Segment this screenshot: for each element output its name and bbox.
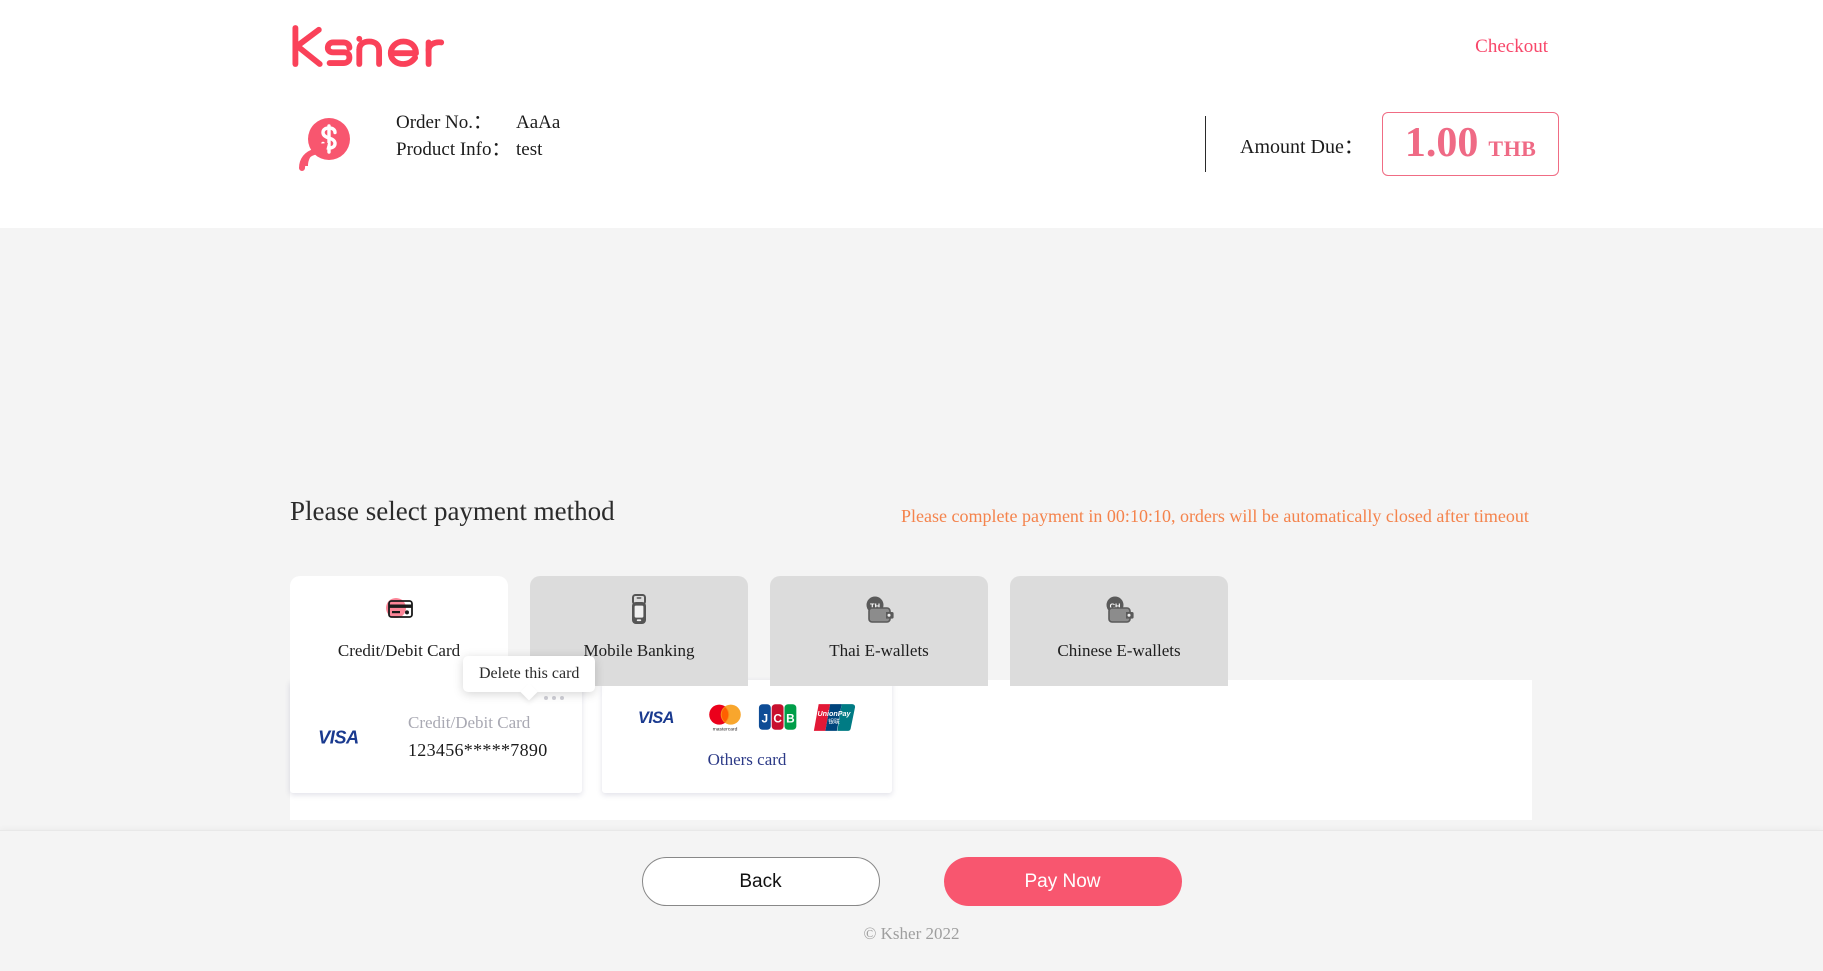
order-fields: Order No.： AaAa Product Info： test <box>396 113 560 167</box>
pay-now-button[interactable]: Pay Now <box>943 857 1182 906</box>
mastercard-logo: mastercard <box>703 703 747 737</box>
footer-actions: Back Pay Now <box>0 831 1823 906</box>
saved-card-number: 123456*****7890 <box>408 739 548 760</box>
svg-text:银联: 银联 <box>828 717 840 725</box>
visa-logo: VISA <box>318 727 386 747</box>
payment-method-tabs: Credit/Debit Card Mobile Banking TH Thai… <box>290 576 1228 686</box>
ksher-logo <box>290 22 470 70</box>
dot <box>544 696 548 700</box>
delete-card-tooltip: Delete this card <box>463 656 596 692</box>
saved-card-type: Credit/Debit Card <box>408 712 531 732</box>
dot <box>552 696 556 700</box>
product-info-label: Product Info： <box>396 139 511 160</box>
amount-due-section: Amount Due： 1.00 THB <box>1205 104 1560 184</box>
order-no-line: Order No.： AaAa <box>396 113 560 132</box>
dot <box>560 696 564 700</box>
amount-due-box: 1.00 THB <box>1381 112 1560 176</box>
order-no-value: AaAa <box>516 112 561 133</box>
svg-text:VISA: VISA <box>318 727 359 747</box>
payment-main: Please select payment method Please comp… <box>0 228 1823 830</box>
card-brand-logos: VISA mastercard J C B UnionPay 银联 <box>638 703 857 737</box>
svg-text:VISA: VISA <box>638 709 674 726</box>
unionpay-logo: UnionPay 银联 <box>811 703 857 737</box>
svg-text:mastercard: mastercard <box>712 726 737 732</box>
product-info-line: Product Info： test <box>396 140 560 159</box>
tab-label: Thai E-wallets <box>829 641 929 660</box>
order-no-label: Order No.： <box>396 112 493 133</box>
wallet-ch-icon: CH <box>1102 592 1136 626</box>
amount-currency: THB <box>1488 136 1537 161</box>
product-info-value: test <box>516 139 543 160</box>
tab-label: Chinese E-wallets <box>1057 641 1181 660</box>
header-top-bar: Checkout <box>0 0 1823 96</box>
wallet-th-icon: TH <box>862 592 896 626</box>
others-card-label: Others card <box>707 749 787 769</box>
vertical-divider <box>1205 116 1206 172</box>
svg-text:C: C <box>773 711 782 725</box>
tab-label: Credit/Debit Card <box>337 641 461 660</box>
svg-text:B: B <box>786 711 795 725</box>
dollar-coin-cursor-icon <box>290 114 354 178</box>
tab-label: Mobile Banking <box>583 641 695 660</box>
others-card-option[interactable]: VISA mastercard J C B UnionPay 银联 Others… <box>602 680 892 793</box>
page-header: Checkout Order No.： AaAa Product Info： t… <box>0 0 1823 228</box>
card-options-list: VISA Credit/Debit Card 123456*****7890 V… <box>290 680 892 793</box>
tab-chinese-e-wallets[interactable]: CH Chinese E-wallets <box>1010 576 1228 686</box>
amount-due-label: Amount Due： <box>1240 135 1364 158</box>
order-summary-row: Order No.： AaAa Product Info： test Amoun… <box>0 96 1823 216</box>
saved-card-item[interactable]: VISA Credit/Debit Card 123456*****7890 <box>290 680 582 793</box>
page-footer: Back Pay Now © Ksher 2022 <box>0 830 1823 971</box>
credit-card-icon <box>382 592 416 626</box>
back-button[interactable]: Back <box>641 857 880 906</box>
saved-card-text: Credit/Debit Card 123456*****7890 <box>408 713 548 761</box>
tab-thai-e-wallets[interactable]: TH Thai E-wallets <box>770 576 988 686</box>
svg-text:J: J <box>761 711 768 725</box>
ellipsis-icon[interactable] <box>540 692 568 704</box>
amount-value: 1.00 <box>1404 120 1479 166</box>
svg-text:UnionPay: UnionPay <box>817 710 851 718</box>
jcb-logo: J C B <box>758 703 800 736</box>
page-title: Please select payment method <box>290 496 615 526</box>
visa-logo: VISA <box>638 708 692 731</box>
countdown-notice: Please complete payment in 00:10:10, ord… <box>901 506 1529 526</box>
mobile-phone-icon <box>622 592 656 626</box>
checkout-link[interactable]: Checkout <box>1475 36 1548 58</box>
copyright-text: © Ksher 2022 <box>863 924 960 943</box>
